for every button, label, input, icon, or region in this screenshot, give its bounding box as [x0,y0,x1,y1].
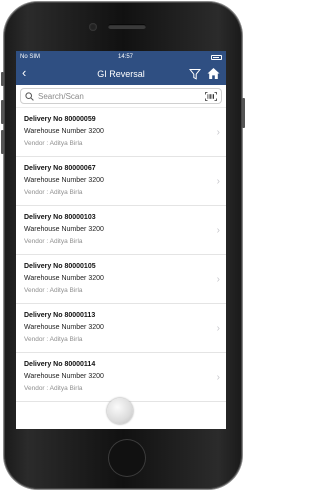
chevron-right-icon: › [216,127,220,138]
app-screen: No SIM 14:57 ‹ GI Reversal Search/Scan D… [16,51,226,429]
battery-icon [211,54,222,60]
status-right [211,54,222,60]
barcode-icon[interactable] [205,92,217,101]
warehouse-number: Warehouse Number 3200 [24,177,104,184]
warehouse-number: Warehouse Number 3200 [24,128,104,135]
chevron-right-icon: › [216,323,220,334]
warehouse-number: Warehouse Number 3200 [24,275,104,282]
list-item[interactable]: Delivery No 80000113 Warehouse Number 32… [16,304,226,353]
list-item[interactable]: Delivery No 80000059 Warehouse Number 32… [16,108,226,157]
chevron-right-icon: › [216,274,220,285]
vendor-label: Vendor : Aditya Birla [24,385,83,392]
carrier-label: No SIM [20,54,41,60]
volume-down-button [1,130,4,154]
silent-switch [1,72,4,86]
list-item[interactable]: Delivery No 80000103 Warehouse Number 32… [16,206,226,255]
chevron-right-icon: › [216,372,220,383]
warehouse-number: Warehouse Number 3200 [24,324,104,331]
chevron-right-icon: › [216,176,220,187]
delivery-number: Delivery No 80000113 [24,312,96,319]
vendor-label: Vendor : Aditya Birla [24,287,83,294]
search-bar [16,85,226,108]
assistive-touch-button[interactable] [107,398,133,424]
delivery-number: Delivery No 80000067 [24,165,96,172]
chevron-right-icon: › [216,225,220,236]
filter-icon[interactable] [189,68,201,80]
list-item[interactable]: Delivery No 80000114 Warehouse Number 32… [16,353,226,402]
delivery-number: Delivery No 80000114 [24,361,96,368]
vendor-label: Vendor : Aditya Birla [24,189,83,196]
nav-bar: ‹ GI Reversal [16,63,226,85]
delivery-number: Delivery No 80000103 [24,214,96,221]
list-item[interactable]: Delivery No 80000067 Warehouse Number 32… [16,157,226,206]
volume-up-button [1,100,4,124]
clock: 14:57 [118,54,134,60]
warehouse-number: Warehouse Number 3200 [24,373,104,380]
search-box [20,88,222,104]
search-icon [25,91,34,101]
front-camera [89,23,97,31]
delivery-number: Delivery No 80000059 [24,116,96,123]
search-input[interactable] [38,91,188,101]
vendor-label: Vendor : Aditya Birla [24,140,83,147]
back-icon[interactable]: ‹ [22,66,26,80]
page-title: GI Reversal [97,69,145,79]
delivery-list: Delivery No 80000059 Warehouse Number 32… [16,108,226,402]
status-bar: No SIM 14:57 [16,51,226,63]
list-item[interactable]: Delivery No 80000105 Warehouse Number 32… [16,255,226,304]
warehouse-number: Warehouse Number 3200 [24,226,104,233]
earpiece [108,24,146,29]
home-icon[interactable] [207,67,220,80]
delivery-number: Delivery No 80000105 [24,263,96,270]
vendor-label: Vendor : Aditya Birla [24,238,83,245]
power-button [242,98,245,128]
vendor-label: Vendor : Aditya Birla [24,336,83,343]
home-button[interactable] [108,439,146,477]
